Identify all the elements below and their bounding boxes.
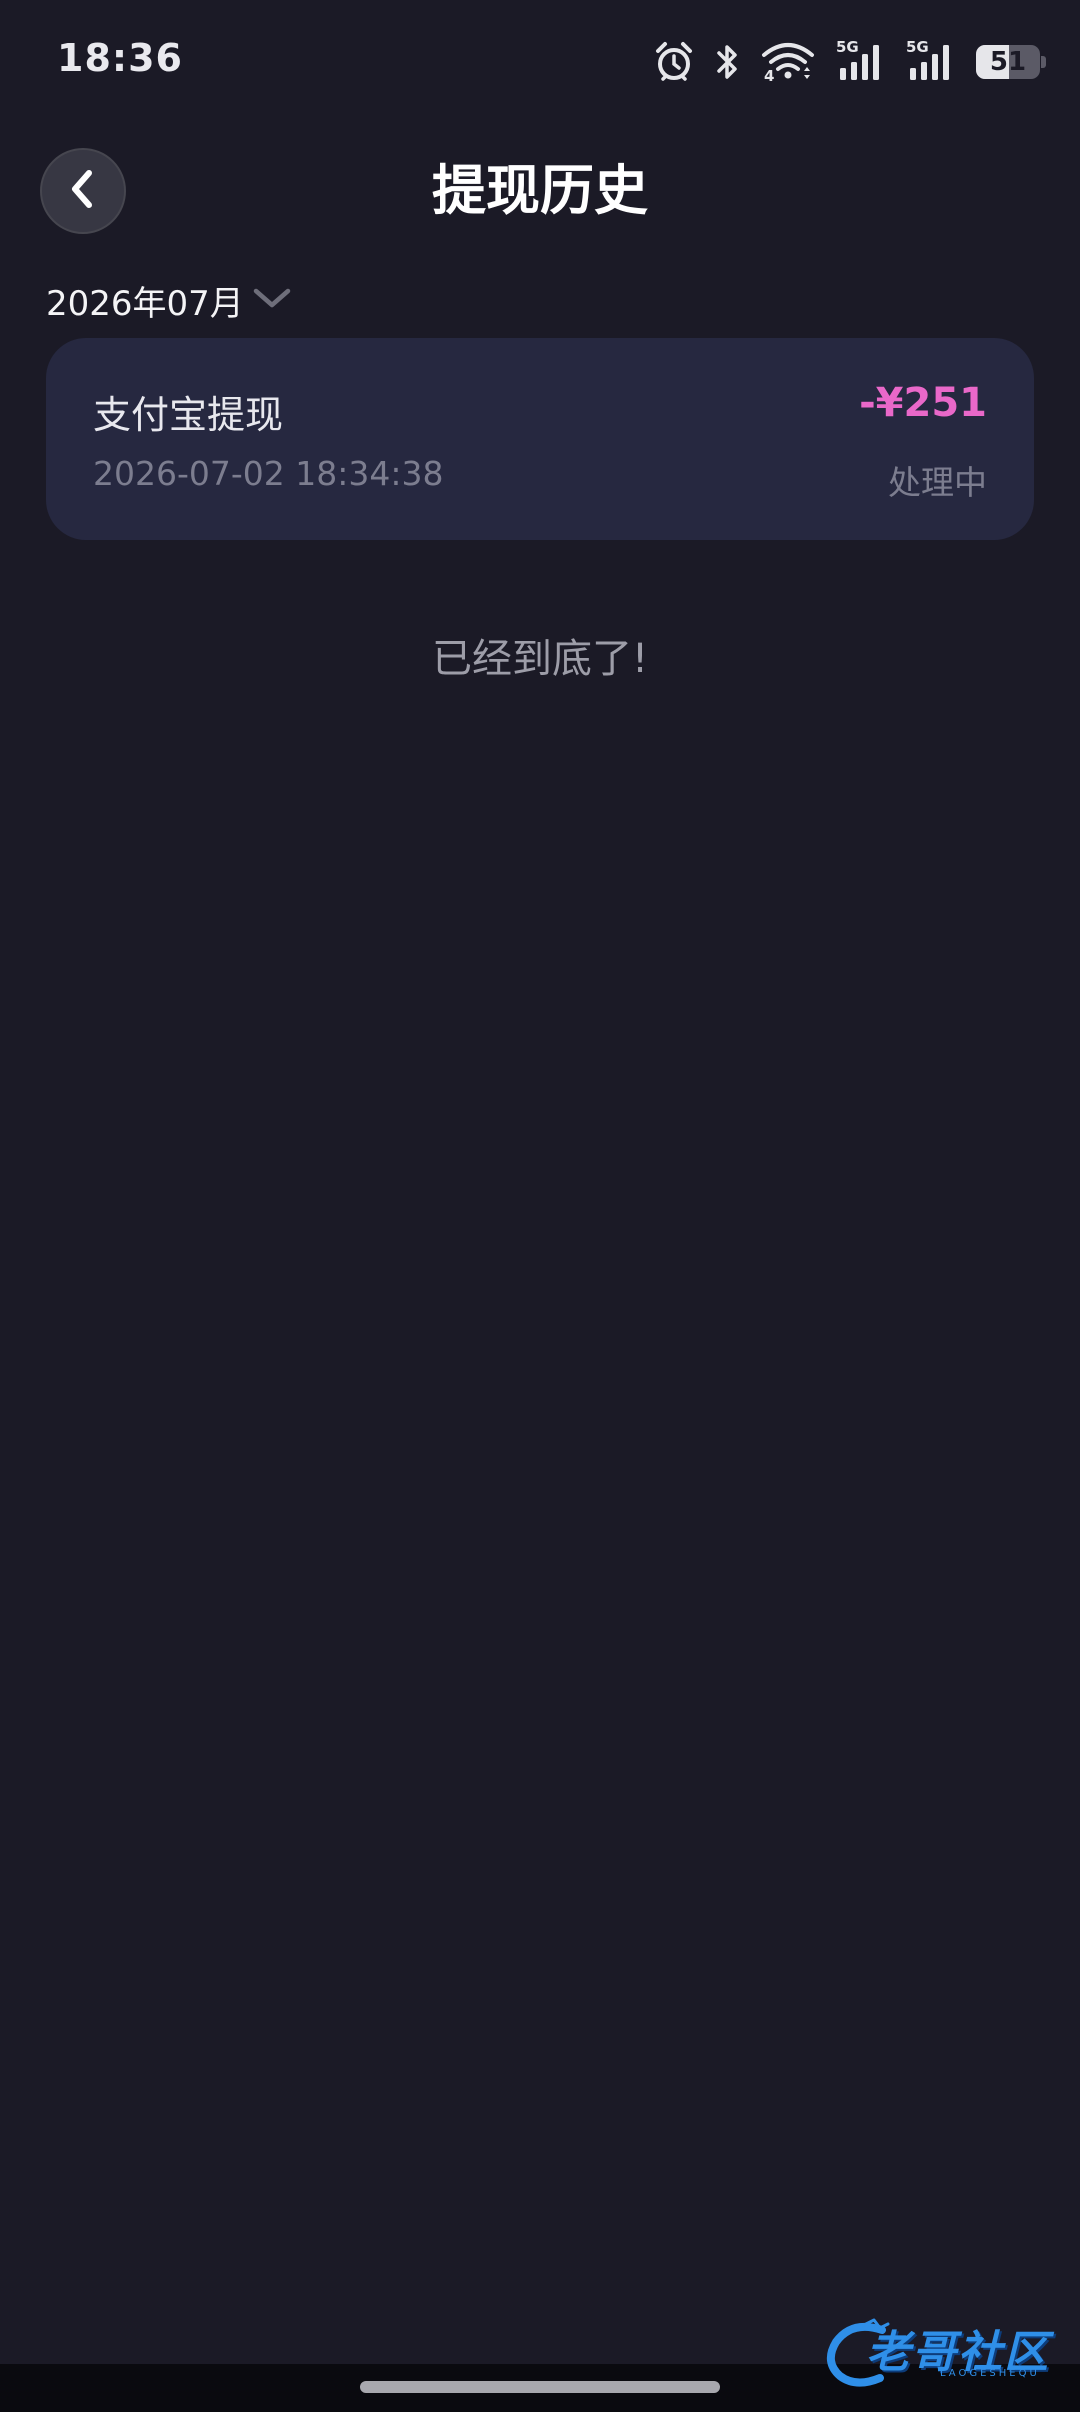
wifi-icon: 4 [760, 41, 816, 85]
wifi-sub-label: 4 [764, 67, 775, 85]
watermark-logo: 老哥社区 LAOGESHEQU [822, 2310, 1062, 2392]
watermark-subtext: LAOGESHEQU [940, 2368, 1040, 2379]
network-label-2: 5G [906, 38, 929, 56]
record-status: 处理中 [888, 463, 987, 502]
record-amount: -¥251 [859, 380, 987, 426]
status-icons: 4 5G 5G 51 [654, 38, 1046, 86]
alarm-icon [654, 41, 694, 83]
page-title: 提现历史 [432, 159, 648, 222]
status-time: 18:36 [57, 36, 183, 80]
home-indicator[interactable] [360, 2381, 720, 2393]
signal-5g-icon: 5G [836, 38, 886, 82]
record-time: 2026-07-02 18:34:38 [93, 454, 444, 493]
month-selector[interactable]: 2026年07月 [46, 270, 294, 330]
signal-5g-icon: 5G [906, 38, 956, 82]
list-end-text: 已经到底了! [431, 636, 649, 682]
battery-cap [1041, 56, 1046, 68]
battery-level: 51 [989, 47, 1027, 77]
network-label-1: 5G [836, 38, 859, 56]
month-label: 2026年07月 [46, 283, 244, 324]
withdraw-record-card[interactable]: 支付宝提现 2026-07-02 18:34:38 -¥251 处理中 [46, 338, 1034, 540]
status-bar: 18:36 4 5G 5G 51 [0, 0, 1080, 120]
withdraw-history-screen: 18:36 4 5G 5G 51 提现历史 2026年07月 支付宝提现 202… [0, 0, 1080, 2412]
chevron-down-icon [250, 283, 294, 317]
battery-icon: 51 [976, 45, 1046, 79]
record-title: 支付宝提现 [93, 393, 284, 437]
bluetooth-icon [714, 42, 740, 82]
